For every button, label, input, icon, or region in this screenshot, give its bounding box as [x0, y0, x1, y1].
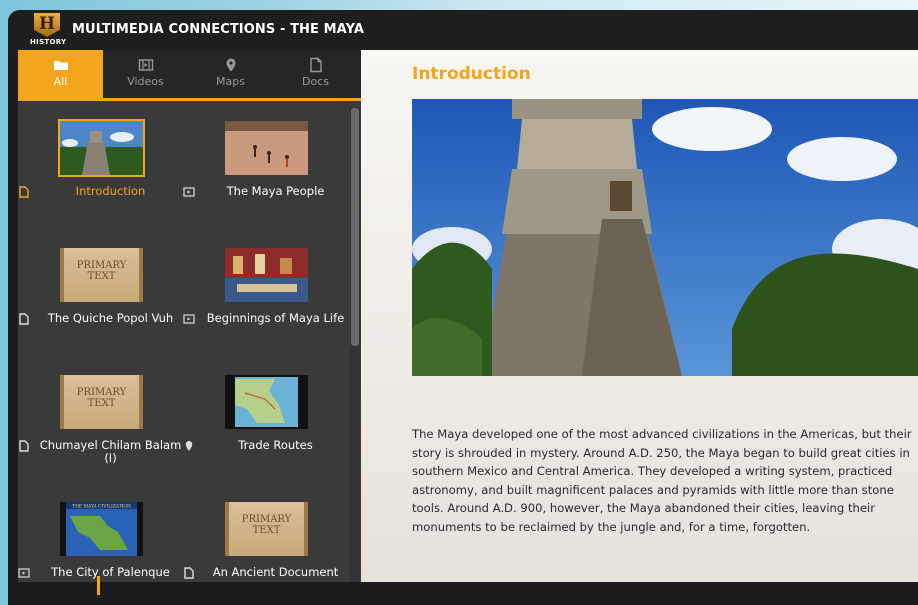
- primary-text-thumbnail: PRIMARY TEXT: [60, 375, 143, 429]
- intro-paragraph: The Maya developed one of the most advan…: [412, 427, 912, 534]
- media-item-the-maya-people[interactable]: The Maya People: [183, 101, 348, 228]
- temple-hero-image: [412, 99, 918, 376]
- film-icon: [138, 59, 153, 71]
- media-grid: Introduction The Maya People PRIMARY TEX…: [18, 101, 348, 582]
- primary-text-thumbnail: PRIMARY TEXT: [60, 248, 143, 302]
- map-caption-text: THE MAYA CIVILIZATION: [72, 504, 131, 509]
- media-item-beginnings-of-maya-life[interactable]: Beginnings of Maya Life: [183, 228, 348, 355]
- tab-all[interactable]: All: [18, 50, 103, 98]
- scrollbar-thumb[interactable]: [351, 108, 359, 346]
- document-icon: [19, 313, 29, 325]
- map-pin-icon: [226, 58, 235, 72]
- media-item-the-quiche-popol-vuh[interactable]: PRIMARY TEXT The Quiche Popol Vuh: [18, 228, 183, 355]
- app-title: MULTIMEDIA CONNECTIONS - THE MAYA: [72, 22, 365, 37]
- thumb-primary: PRIMARY: [76, 387, 127, 398]
- media-item-label: The Maya People: [226, 184, 325, 198]
- map-thumbnail: [225, 375, 308, 429]
- thumb-primary: PRIMARY: [76, 260, 127, 271]
- film-icon: [18, 568, 30, 578]
- history-logo: H HISTORY: [30, 13, 67, 47]
- media-item-label: The City of Palenque: [51, 565, 170, 579]
- primary-text-thumbnail: PRIMARY TEXT: [225, 502, 308, 556]
- logo-word: HISTORY: [30, 38, 67, 46]
- tab-label: Docs: [302, 75, 329, 88]
- media-item-trade-routes[interactable]: Trade Routes: [183, 355, 348, 482]
- people-thumbnail: [225, 121, 308, 175]
- tab-label: Videos: [127, 75, 164, 88]
- media-scrollbar[interactable]: [350, 108, 360, 582]
- filter-tabs: All Videos Maps Docs: [18, 50, 361, 98]
- pyramid-thumbnail: [58, 119, 145, 177]
- document-icon: [184, 567, 194, 579]
- film-icon: [183, 187, 195, 197]
- document-icon: [19, 186, 29, 198]
- thumb-text: TEXT: [87, 398, 116, 409]
- tab-videos[interactable]: Videos: [103, 50, 188, 98]
- media-item-label: Beginnings of Maya Life: [206, 311, 345, 325]
- document-icon: [309, 57, 322, 73]
- folder-icon: [53, 61, 68, 70]
- media-item-the-city-of-palenque[interactable]: THE MAYA CIVILIZATION The City of Palenq…: [18, 482, 183, 582]
- thumb-text: TEXT: [252, 525, 281, 536]
- tab-docs[interactable]: Docs: [273, 50, 358, 98]
- tab-label: Maps: [216, 75, 245, 88]
- map-pin-icon: [185, 441, 193, 451]
- timeline-marker[interactable]: [97, 576, 100, 595]
- media-browser: All Videos Maps Docs Introduction The Ma…: [18, 50, 361, 582]
- media-item-label: An Ancient Document: [212, 565, 339, 579]
- tab-label: All: [53, 75, 68, 88]
- media-item-label: Chumayel Chilam Balam (I): [39, 438, 182, 465]
- bottom-bar: [8, 582, 918, 605]
- media-item-chumayel-chilam-balam[interactable]: PRIMARY TEXT Chumayel Chilam Balam (I): [18, 355, 183, 482]
- title-bar: H HISTORY MULTIMEDIA CONNECTIONS - THE M…: [8, 10, 918, 50]
- media-item-introduction[interactable]: Introduction: [18, 101, 183, 228]
- logo-letter: H: [34, 13, 60, 37]
- thumb-text: TEXT: [87, 271, 116, 282]
- thumb-primary: PRIMARY: [241, 514, 292, 525]
- film-icon: [183, 314, 195, 324]
- media-item-label: The Quiche Popol Vuh: [47, 311, 174, 325]
- document-icon: [19, 440, 29, 452]
- tab-maps[interactable]: Maps: [188, 50, 273, 98]
- app-window: H HISTORY MULTIMEDIA CONNECTIONS - THE M…: [8, 10, 918, 605]
- civilization-map-thumbnail: THE MAYA CIVILIZATION: [60, 502, 143, 556]
- media-item-label: Trade Routes: [238, 438, 313, 452]
- media-item-an-ancient-document[interactable]: PRIMARY TEXT An Ancient Document: [183, 482, 348, 582]
- mural-thumbnail: [225, 248, 308, 302]
- content-panel: Introduction The Maya developed one of t…: [361, 50, 918, 582]
- content-heading: Introduction: [412, 64, 531, 84]
- media-item-label: Introduction: [75, 184, 146, 198]
